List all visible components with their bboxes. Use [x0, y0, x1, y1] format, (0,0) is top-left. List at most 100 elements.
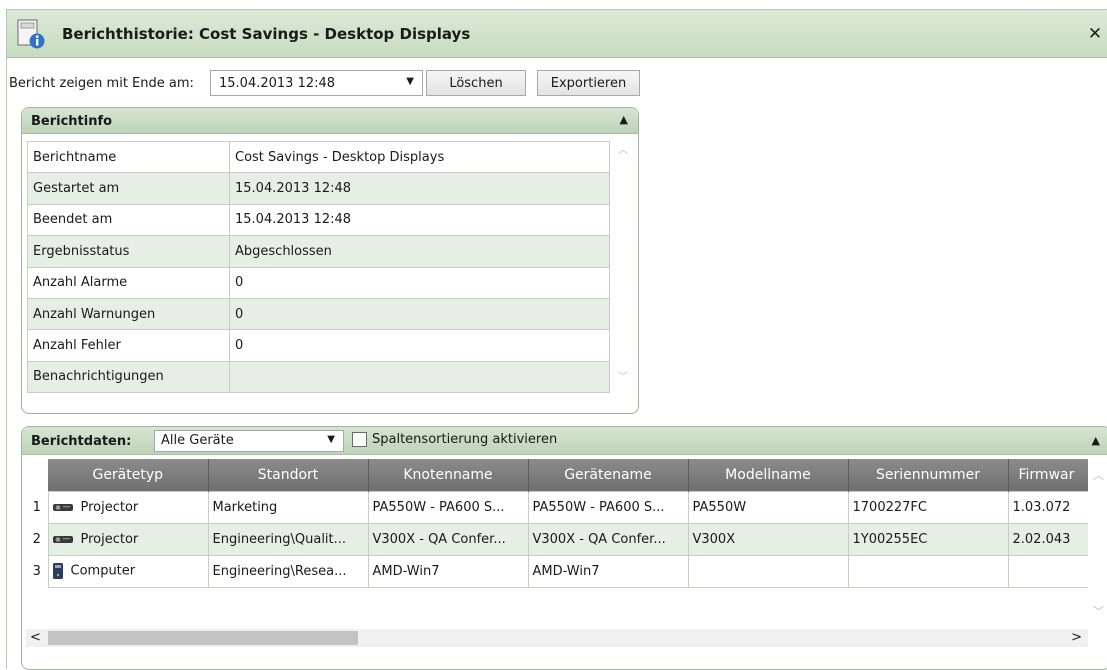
report-end-date-value: 15.04.2013 12:48	[219, 76, 336, 91]
device-name-cell: PA550W - PA600 S...	[527, 490, 689, 524]
report-info-title: Berichtinfo	[31, 114, 113, 129]
row-number: 1	[26, 491, 48, 523]
firmware-cell: 2.02.043	[1007, 522, 1088, 556]
info-value: 15.04.2013 12:48	[229, 172, 610, 205]
report-info-table: Berichtname Cost Savings - Desktop Displa…	[27, 140, 610, 394]
dropdown-arrow-icon: ▼	[406, 76, 414, 87]
device-name-cell: AMD-Win7	[527, 554, 689, 588]
column-header[interactable]: Modellname	[688, 459, 849, 491]
device-type: Computer	[70, 563, 136, 579]
scroll-right-icon[interactable]: >	[1071, 630, 1082, 645]
firmware-cell: 1.03.072	[1007, 490, 1088, 524]
column-header[interactable]: Seriennummer	[848, 459, 1009, 491]
column-header[interactable]: Gerätetyp	[48, 459, 209, 491]
location-cell: Marketing	[207, 490, 369, 524]
info-row: Anzahl Fehler 0	[27, 329, 610, 362]
location-cell: Engineering\Resea...	[207, 554, 369, 588]
row-number: 2	[26, 523, 48, 555]
report-info-icon	[17, 19, 45, 49]
scroll-up-icon[interactable]: ︿	[1093, 467, 1104, 483]
title-bar: Berichthistorie: Cost Savings - Desktop …	[7, 10, 1107, 58]
report-info-panel: Berichtinfo ▲ Berichtname Cost Savings - …	[21, 107, 639, 414]
device-filter-value: Alle Geräte	[161, 433, 234, 448]
toolbar: Bericht zeigen mit Ende am: 15.04.2013 1…	[7, 68, 667, 98]
report-end-label: Bericht zeigen mit Ende am:	[9, 76, 194, 91]
report-history-window: Berichthistorie: Cost Savings - Desktop …	[6, 9, 1107, 670]
device-grid: Gerätetyp Standort Knotenname Gerätename…	[26, 459, 1088, 641]
info-value: Abgeschlossen	[229, 235, 610, 268]
info-row: Benachrichtigungen	[27, 360, 610, 394]
scroll-down-icon[interactable]: ﹀	[612, 368, 634, 383]
horizontal-scrollbar[interactable]: < >	[26, 629, 1088, 647]
device-type-cell: Projector	[47, 490, 209, 524]
model-name-cell: V300X	[687, 522, 849, 556]
export-button[interactable]: Exportieren	[537, 70, 640, 96]
scroll-left-icon[interactable]: <	[30, 630, 41, 645]
info-key: Benachrichtigungen	[27, 360, 230, 394]
serial-number-cell	[847, 554, 1009, 588]
serial-number-cell: 1700227FC	[847, 490, 1009, 524]
scroll-up-icon[interactable]: ︿	[612, 141, 634, 156]
info-key: Ergebnisstatus	[27, 235, 230, 268]
device-table: Gerätetyp Standort Knotenname Gerätename…	[26, 459, 1088, 588]
scroll-down-icon[interactable]: ﹀	[1093, 603, 1104, 619]
row-number-header	[26, 459, 48, 491]
close-icon[interactable]: ✕	[1085, 24, 1105, 44]
serial-number-cell: 1Y00255EC	[847, 522, 1009, 556]
grid-header-row: Gerätetyp Standort Knotenname Gerätename…	[26, 459, 1088, 491]
device-name-cell: V300X - QA Confer...	[527, 522, 689, 556]
info-value: 0	[229, 266, 610, 299]
info-key: Anzahl Warnungen	[27, 297, 230, 331]
device-type-cell: Projector	[47, 522, 209, 556]
info-value	[229, 360, 610, 394]
collapse-icon[interactable]: ▲	[620, 113, 628, 126]
column-sort-checkbox[interactable]	[352, 432, 367, 447]
table-row[interactable]: 2 Projector Engineering\Qualit... V300X …	[26, 522, 1088, 556]
column-header[interactable]: Firmwar	[1008, 459, 1088, 491]
info-row: Gestartet am 15.04.2013 12:48	[27, 172, 610, 205]
info-value: 0	[229, 329, 610, 362]
scroll-thumb[interactable]	[48, 631, 358, 645]
info-key: Beendet am	[27, 203, 230, 237]
info-row: Berichtname Cost Savings - Desktop Displa…	[27, 140, 610, 174]
model-name-cell: PA550W	[687, 490, 849, 524]
node-name-cell: V300X - QA Confer...	[367, 522, 529, 556]
device-filter-select[interactable]: Alle Geräte ▼	[154, 430, 344, 452]
info-row: Anzahl Alarme 0	[27, 266, 610, 299]
info-key: Anzahl Fehler	[27, 329, 230, 362]
report-data-header: Berichtdaten: Alle Geräte ▼ Spaltensorti…	[22, 427, 1107, 455]
info-key: Anzahl Alarme	[27, 266, 230, 299]
info-value: 15.04.2013 12:48	[229, 203, 610, 237]
info-key: Gestartet am	[27, 172, 230, 205]
projector-icon	[52, 504, 73, 511]
report-info-header[interactable]: Berichtinfo ▲	[22, 108, 638, 134]
info-row: Anzahl Warnungen 0	[27, 297, 610, 331]
info-value: 0	[229, 297, 610, 331]
window-title: Berichthistorie: Cost Savings - Desktop …	[62, 25, 471, 43]
delete-button[interactable]: Löschen	[426, 70, 526, 96]
computer-icon	[52, 563, 63, 579]
device-type: Projector	[80, 499, 139, 515]
info-value: Cost Savings - Desktop Displays	[229, 140, 610, 174]
report-data-panel: Berichtdaten: Alle Geräte ▼ Spaltensorti…	[21, 426, 1107, 670]
collapse-icon[interactable]: ▲	[1092, 434, 1100, 447]
info-key: Berichtname	[27, 140, 230, 174]
info-row: Ergebnisstatus Abgeschlossen	[27, 235, 610, 268]
column-header[interactable]: Gerätename	[528, 459, 689, 491]
table-row[interactable]: 3 Computer Engineering\Resea... AMD-Win7…	[26, 554, 1088, 588]
column-sort-label: Spaltensortierung aktivieren	[372, 432, 558, 447]
row-number: 3	[26, 555, 48, 587]
node-name-cell: AMD-Win7	[367, 554, 529, 588]
table-row[interactable]: 1 Projector Marketing PA550W - PA600 S..…	[26, 490, 1088, 524]
dropdown-arrow-icon: ▼	[327, 434, 335, 445]
model-name-cell	[687, 554, 849, 588]
column-header[interactable]: Standort	[208, 459, 369, 491]
info-row: Beendet am 15.04.2013 12:48	[27, 203, 610, 237]
report-end-date-select[interactable]: 15.04.2013 12:48 ▼	[210, 70, 423, 96]
column-header[interactable]: Knotenname	[368, 459, 529, 491]
device-type-cell: Computer	[47, 554, 209, 588]
device-type: Projector	[80, 531, 139, 547]
location-cell: Engineering\Qualit...	[207, 522, 369, 556]
info-scrollbar[interactable]: ︿ ﹀	[612, 141, 634, 393]
report-data-title: Berichtdaten:	[31, 434, 132, 449]
